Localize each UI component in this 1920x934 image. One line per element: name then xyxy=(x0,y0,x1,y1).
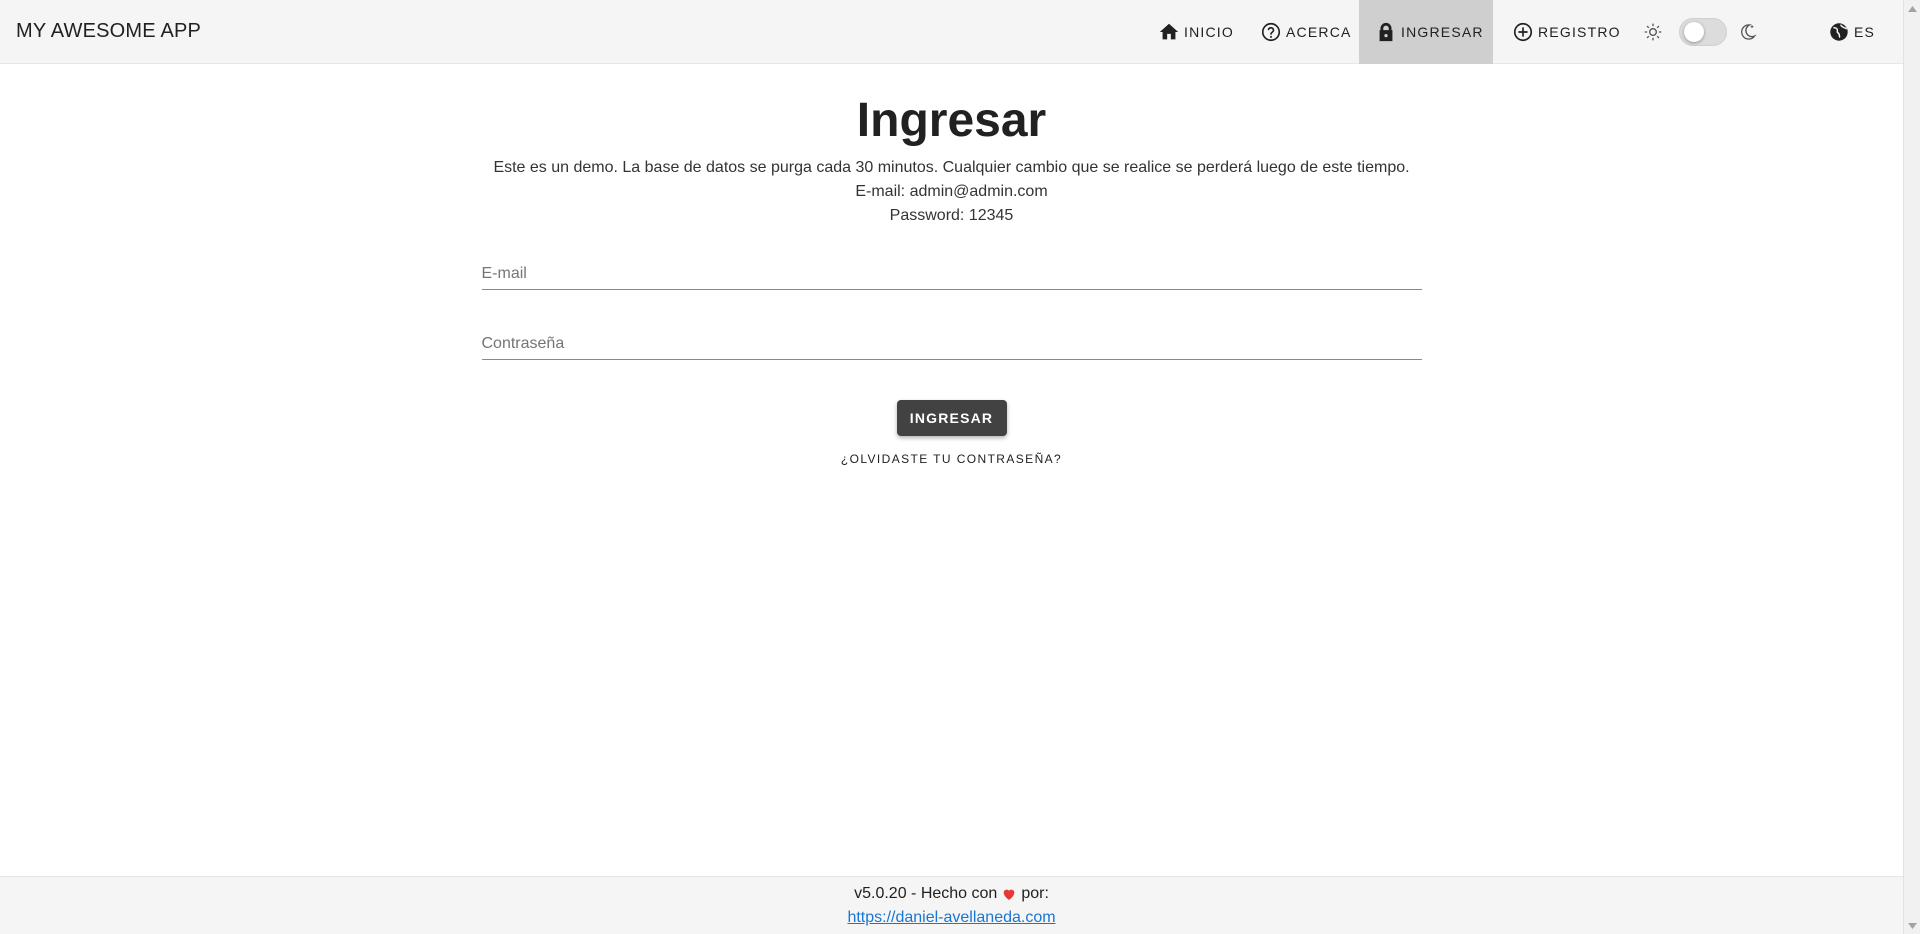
nav-inicio[interactable]: INICIO xyxy=(1152,0,1240,64)
nav-registro[interactable]: REGISTRO xyxy=(1506,0,1627,64)
nav-ingresar[interactable]: INGRESAR xyxy=(1359,0,1493,64)
language-label: ES xyxy=(1854,24,1876,40)
nav-ingresar-label: INGRESAR xyxy=(1401,24,1484,40)
login-page: Ingresar Este es un demo. La base de dat… xyxy=(0,64,1903,466)
nav-acerca[interactable]: ACERCA xyxy=(1254,0,1358,64)
email-field xyxy=(481,244,1422,290)
sun-icon xyxy=(1643,22,1663,47)
footer-credits: v5.0.20 - Hecho con por: xyxy=(854,882,1049,906)
password-input[interactable] xyxy=(481,335,1422,353)
author-link[interactable]: https://daniel-avellaneda.com xyxy=(847,906,1055,930)
footer: v5.0.20 - Hecho con por: https://daniel-… xyxy=(0,876,1903,934)
nav-inicio-label: INICIO xyxy=(1184,24,1234,40)
email-input[interactable] xyxy=(481,265,1422,283)
help-circle-icon xyxy=(1260,21,1282,43)
nav-acerca-label: ACERCA xyxy=(1286,24,1352,40)
home-icon xyxy=(1158,21,1180,43)
footer-by-text: por: xyxy=(1021,884,1049,902)
heart-icon xyxy=(1001,886,1017,902)
scroll-up-arrow-icon[interactable] xyxy=(1904,0,1920,17)
language-selector[interactable]: ES xyxy=(1824,0,1879,64)
page-title: Ingresar xyxy=(856,94,1047,147)
login-submit-button[interactable]: INGRESAR xyxy=(896,400,1007,436)
footer-version-text: v5.0.20 - Hecho con xyxy=(854,884,998,902)
plus-circle-icon xyxy=(1512,21,1534,43)
demo-email-hint: E-mail: admin@admin.com xyxy=(855,183,1048,200)
scroll-down-arrow-icon[interactable] xyxy=(1904,917,1920,934)
theme-switch[interactable] xyxy=(1640,16,1760,48)
lock-icon xyxy=(1375,21,1397,43)
globe-icon xyxy=(1828,21,1850,43)
forgot-password-link[interactable]: ¿OLVIDASTE TU CONTRASEÑA? xyxy=(841,452,1062,466)
nav-registro-label: REGISTRO xyxy=(1538,24,1621,40)
moon-icon xyxy=(1737,22,1757,47)
vertical-scrollbar[interactable] xyxy=(1903,0,1920,934)
demo-password-hint: Password: 12345 xyxy=(889,207,1014,224)
theme-switch-thumb[interactable] xyxy=(1684,22,1704,42)
password-field xyxy=(481,314,1422,360)
demo-notice: Este es un demo. La base de datos se pur… xyxy=(493,159,1410,176)
app-root: MY AWESOME APP INICIO ACERCA INGRESAR RE… xyxy=(0,0,1920,934)
top-app-bar: MY AWESOME APP INICIO ACERCA INGRESAR RE… xyxy=(0,0,1903,64)
app-title[interactable]: MY AWESOME APP xyxy=(16,20,201,43)
